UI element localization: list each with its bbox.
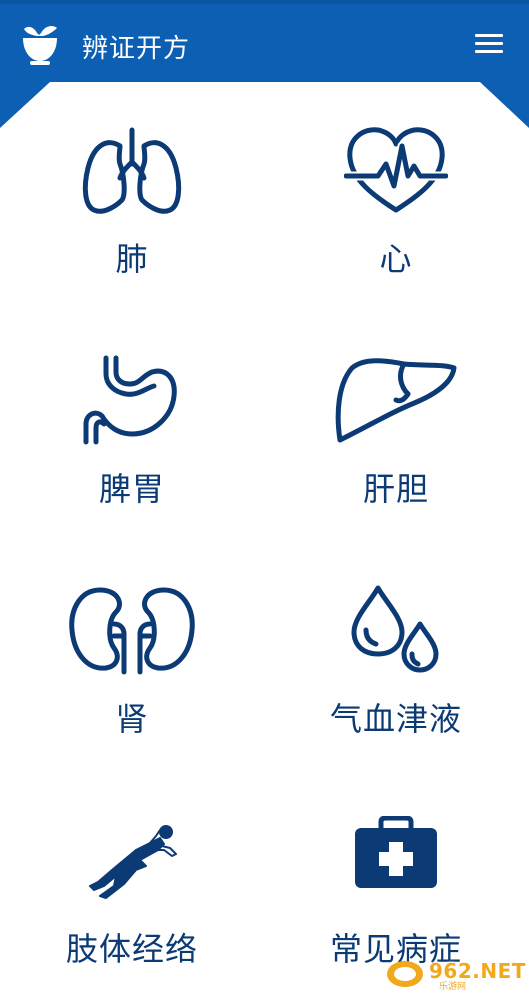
- liver-icon: [335, 358, 457, 443]
- lungs-icon: [82, 127, 182, 214]
- category-label: 肾: [115, 700, 149, 738]
- category-label: 肝胆: [362, 470, 429, 508]
- watermark-logo-icon: [387, 961, 423, 987]
- medical-kit-icon: [355, 816, 437, 888]
- category-liver-gallbladder[interactable]: 肝胆: [264, 340, 528, 570]
- category-spleen-stomach[interactable]: 脾胃: [0, 340, 264, 570]
- app-header: 辨证开方: [0, 0, 529, 82]
- hamburger-menu-icon[interactable]: [475, 34, 505, 56]
- category-heart[interactable]: 心: [264, 110, 528, 340]
- watermark-subtext: 乐游网: [439, 982, 467, 992]
- category-label: 脾胃: [98, 470, 165, 508]
- human-body-icon: [89, 825, 177, 899]
- app-root: 辨证开方 肺 心 脾胃 肝胆 肾 气血津液 肢体经络 常见病症 962.NET …: [0, 0, 529, 999]
- category-lung[interactable]: 肺: [0, 110, 264, 340]
- herb-bowl-logo-icon: [23, 25, 57, 65]
- category-label: 心: [379, 240, 413, 278]
- app-title: 辨证开方: [82, 34, 191, 64]
- heart-pulse-icon: [344, 127, 448, 213]
- stomach-icon: [83, 355, 177, 445]
- category-qi-blood-fluids[interactable]: 气血津液: [264, 570, 528, 800]
- kidneys-icon: [69, 587, 195, 675]
- watermark-962: 962.NET 乐游网: [385, 957, 525, 993]
- category-kidney[interactable]: 肾: [0, 570, 264, 800]
- category-label: 肢体经络: [65, 930, 198, 968]
- category-limbs-meridians[interactable]: 肢体经络: [0, 800, 264, 999]
- water-drops-icon: [351, 585, 439, 673]
- category-label: 肺: [115, 240, 149, 278]
- category-label: 气血津液: [329, 700, 462, 738]
